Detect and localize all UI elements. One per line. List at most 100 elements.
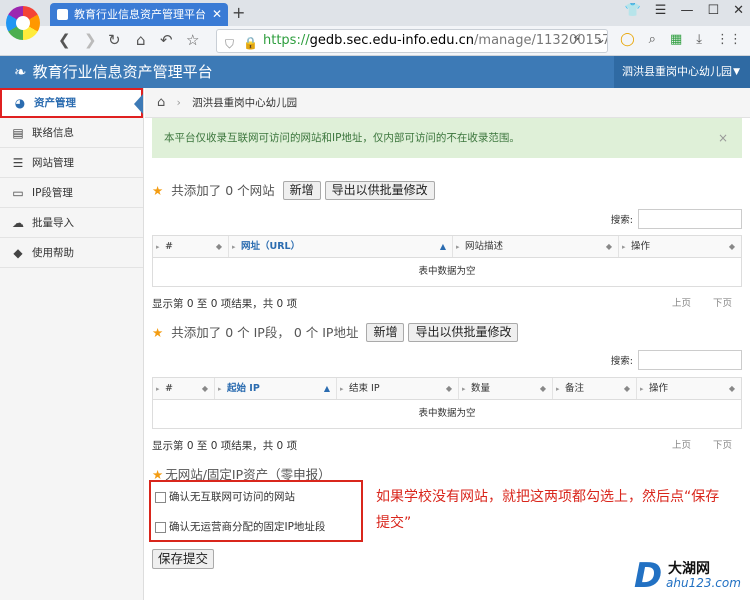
sidebar-item-batch-import[interactable]: ☁ 批量导入 — [0, 208, 143, 238]
info-alert: 本平台仅收录互联网可访问的网站和IP地址，仅内部可访问的不在收录范围。 × — [152, 118, 742, 158]
shirt-skin-icon[interactable]: 👕 — [625, 3, 641, 18]
table-header: ▸ # ◆ ▸ 起始 IP ▲ ▸ 结束 IP ◆ ▸ 数量 ◆ ▸ 备注 ◆ ▸ 操作 ◆ — [153, 378, 741, 400]
column-header[interactable]: ▸ 备注 ◆ — [553, 378, 637, 399]
export-websites-button[interactable]: 导出以供批量修改 — [324, 181, 435, 200]
empty-row: 表中数据为空 — [418, 408, 476, 419]
column-header[interactable]: ▸ 结束 IP ◆ — [337, 378, 459, 399]
url-host: gedb.sec.edu-info.edu.cn — [309, 33, 475, 48]
column-header[interactable]: ▸ 起始 IP ▲ — [215, 378, 337, 399]
tab-favicon-icon — [57, 9, 68, 20]
browser-toolbar: ⚡ ⌄ ◯ ⌕ ▦ ⤓ ⋮⋮ — [572, 32, 742, 47]
leaf-logo-icon: ❧ — [14, 63, 27, 81]
forward-icon[interactable]: ❯ — [84, 31, 97, 49]
alert-text: 本平台仅收录互联网可访问的网站和IP地址，仅内部可访问的不在收录范围。 — [164, 132, 520, 144]
apps-icon[interactable]: ▦ — [670, 32, 682, 47]
minimize-icon[interactable]: — — [680, 3, 693, 18]
address-bar[interactable]: ⛉ 🔒 https://gedb.sec.edu-info.edu.cn/man… — [216, 29, 608, 53]
org-dropdown[interactable]: 泗洪县重岗中心幼儿园 ▼ — [614, 56, 750, 88]
column-header[interactable]: ▸ # ◆ — [153, 378, 215, 399]
lock-icon: 🔒 — [243, 36, 258, 50]
sidebar: ◕ 资产管理 ▤ 联络信息 ☰ 网站管理 ▭ IP段管理 ☁ 批量导入 ◆ 使用… — [0, 88, 144, 600]
tag-icon: ◆ — [13, 246, 23, 260]
shield-icon: ⛉ — [225, 37, 235, 51]
column-header[interactable]: ▸ 操作 ◆ — [637, 378, 741, 399]
browser-logo-icon — [6, 6, 40, 40]
chevron-down-icon[interactable]: ⌄ — [595, 32, 606, 47]
prev-page-link[interactable]: 上页 — [672, 440, 691, 451]
caret-down-icon: ▼ — [733, 67, 740, 77]
search-label: 搜索: — [610, 356, 633, 367]
ip-table-info: 显示第 0 至 0 项结果，共 0 项 上页 下页 — [152, 438, 732, 454]
new-tab-icon[interactable]: + — [232, 3, 245, 22]
app-title: ❧ 教育行业信息资产管理平台 — [14, 63, 213, 81]
prev-page-link[interactable]: 上页 — [672, 298, 691, 309]
save-submit-button[interactable]: 保存提交 — [152, 549, 215, 569]
tab-close-icon[interactable]: ✕ — [212, 3, 222, 26]
pager: 上页 下页 — [650, 296, 732, 312]
ip-search: 搜索: — [611, 350, 742, 370]
sidebar-item-help[interactable]: ◆ 使用帮助 — [0, 238, 143, 268]
browser-nav-bar: ❮ ❯ ↻ ⌂ ↶ ☆ ⛉ 🔒 https://gedb.sec.edu-inf… — [0, 26, 750, 56]
window-controls: 👕 ☰ — ☐ ✕ — [625, 3, 744, 18]
search-engine-icon[interactable]: ◯ — [620, 32, 635, 47]
website-count: 0 — [225, 183, 234, 198]
no-website-label: 确认无互联网可访问的网站 — [169, 491, 295, 503]
back-icon[interactable]: ❮ — [58, 31, 71, 49]
watermark-name: 大湖网 — [668, 561, 710, 577]
alert-close-icon[interactable]: × — [718, 118, 728, 158]
search-icon[interactable]: ⌕ — [649, 32, 656, 47]
org-name: 泗洪县重岗中心幼儿园 — [622, 65, 732, 78]
watermark-url: ahu123.com — [666, 576, 741, 590]
sidebar-item-label: 资产管理 — [34, 97, 76, 109]
chevron-right-icon: › — [176, 97, 181, 109]
watermark-logo-icon: D — [634, 556, 663, 596]
zero-declaration-highlight: 确认无互联网可访问的网站 确认无运营商分配的固定IP地址段 — [149, 480, 363, 542]
website-search-input[interactable] — [638, 209, 742, 229]
sidebar-item-asset-management[interactable]: ◕ 资产管理 — [0, 88, 143, 118]
sidebar-item-label: 使用帮助 — [32, 247, 74, 259]
next-page-link[interactable]: 下页 — [713, 440, 732, 451]
column-header[interactable]: ▸ 网址（URL） ▲ — [229, 236, 453, 257]
pager: 上页 下页 — [650, 438, 732, 454]
table-header: ▸ # ◆ ▸ 网址（URL） ▲ ▸ 网站描述 ◆ ▸ 操作 ◆ — [153, 236, 741, 258]
no-website-checkbox[interactable] — [155, 491, 166, 503]
ip-range-table: ▸ # ◆ ▸ 起始 IP ▲ ▸ 结束 IP ◆ ▸ 数量 ◆ ▸ 备注 ◆ ▸ 操作 ◆ 表中数据为… — [152, 377, 742, 429]
website-summary: ★ 共添加了 0 个网站 新增 导出以供批量修改 — [152, 181, 435, 201]
menu-icon[interactable]: ☰ — [655, 3, 667, 18]
column-header[interactable]: ▸ 数量 ◆ — [459, 378, 553, 399]
sidebar-item-label: 批量导入 — [32, 217, 74, 229]
no-fixed-ip-checkbox-row[interactable]: 确认无运营商分配的固定IP地址段 — [155, 519, 325, 535]
next-page-link[interactable]: 下页 — [713, 298, 732, 309]
grid-menu-icon[interactable]: ⋮⋮ — [716, 32, 742, 47]
ip-search-input[interactable] — [638, 350, 742, 370]
sidebar-item-ip-management[interactable]: ▭ IP段管理 — [0, 178, 143, 208]
home-icon[interactable]: ⌂ — [157, 95, 165, 110]
watermark: D 大湖网 ahu123.com — [634, 556, 746, 596]
column-header[interactable]: ▸ # ◆ — [153, 236, 229, 257]
website-table-info: 显示第 0 至 0 项结果，共 0 项 上页 下页 — [152, 296, 732, 312]
list-icon: ☰ — [12, 156, 24, 170]
export-ip-ranges-button[interactable]: 导出以供批量修改 — [408, 323, 519, 342]
search-label: 搜索: — [610, 215, 633, 226]
ip-summary: ★ 共添加了 0 个 IP段， 0 个 IP地址 新增 导出以供批量修改 — [152, 323, 519, 343]
no-fixed-ip-checkbox[interactable] — [155, 521, 166, 533]
add-ip-range-button[interactable]: 新增 — [366, 323, 405, 342]
lightning-icon[interactable]: ⚡ — [572, 32, 581, 47]
download-icon[interactable]: ⤓ — [696, 32, 702, 47]
reload-icon[interactable]: ↻ — [108, 31, 121, 49]
column-header[interactable]: ▸ 操作 ◆ — [619, 236, 741, 257]
close-window-icon[interactable]: ✕ — [733, 3, 744, 18]
sidebar-item-website-management[interactable]: ☰ 网站管理 — [0, 148, 143, 178]
undo-close-icon[interactable]: ↶ — [160, 31, 173, 49]
home-icon[interactable]: ⌂ — [136, 31, 146, 49]
add-website-button[interactable]: 新增 — [282, 181, 321, 200]
no-website-checkbox-row[interactable]: 确认无互联网可访问的网站 — [155, 489, 295, 505]
maximize-icon[interactable]: ☐ — [707, 3, 719, 18]
browser-tab[interactable]: 教育行业信息资产管理平台 ✕ — [50, 3, 228, 26]
bookmark-star-icon[interactable]: ☆ — [186, 31, 199, 49]
sidebar-item-contact-info[interactable]: ▤ 联络信息 — [0, 118, 143, 148]
column-header[interactable]: ▸ 网站描述 ◆ — [453, 236, 619, 257]
ip-range-count: 0 — [225, 325, 234, 340]
star-icon: ★ — [152, 325, 164, 340]
sidebar-item-label: 联络信息 — [32, 127, 74, 139]
